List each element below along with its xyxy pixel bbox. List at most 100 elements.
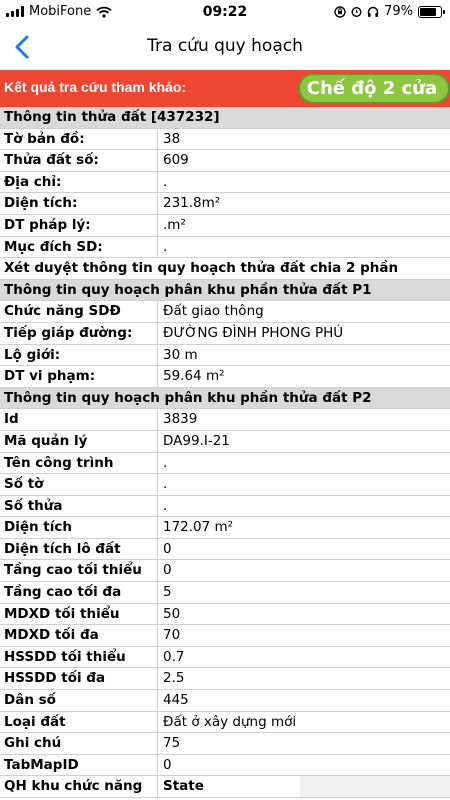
row-label: Tầng cao tối thiểu (0, 560, 158, 582)
row-value: 38 (163, 130, 181, 147)
row-value: 0.7 (163, 648, 185, 665)
table-row: DT pháp lý: .m² (0, 214, 450, 237)
table-row: Địa chỉ:. (0, 171, 450, 194)
table-row: TabMapID 0 (0, 754, 450, 777)
table-row: Tên công trình. (0, 452, 450, 475)
row-value: 445 (163, 692, 189, 709)
table-row: Diện tích lô đất 0 (0, 538, 450, 561)
row-value: Đất giao thông (163, 303, 264, 320)
section-header-p1: Thông tin quy hoạch phân khu phần thửa đ… (0, 279, 450, 302)
section-title: Thông tin thửa đất [437232] (4, 109, 220, 125)
result-bar: Kết quả tra cứu tham khảo: Chế độ 2 cửa (0, 70, 450, 107)
row-value: 2.5 (163, 670, 185, 687)
status-right: 79% (334, 4, 445, 19)
row-label: Tầng cao tối đa (0, 582, 158, 603)
row-label: DT vi phạm: (0, 366, 158, 387)
row-label: HSSDD tối đa (0, 668, 158, 690)
row-value: 609 (163, 152, 189, 169)
row-value: Đất ở xây dựng mới (163, 713, 297, 730)
section-title: Xét duyệt thông tin quy hoạch thửa đất c… (4, 260, 399, 277)
table-row: Diện tích 172.07 m² (0, 517, 450, 539)
table-row: Ghi chú 75 (0, 733, 450, 755)
row-filler (300, 776, 450, 797)
table-row: HSSDD tối đa 2.5 (0, 668, 450, 691)
section-title: Thông tin quy hoạch phân khu phần thửa đ… (4, 389, 372, 406)
row-value: 50 (163, 605, 181, 622)
table-row: Tầng cao tối đa 5 (0, 582, 450, 604)
table-row: Tiếp giáp đường: ĐƯỜNG ĐÌNH PHONG PHÚ (0, 322, 450, 345)
row-label: MDXD tối thiểu (0, 603, 158, 625)
table-row: Dân số 445 (0, 690, 450, 712)
row-label: Tờ bản đồ: (0, 128, 158, 150)
table-row: MDXD tối thiểu 50 (0, 603, 450, 626)
status-bar: MobiFone 09:22 79% (0, 0, 450, 26)
table-row: Chức năng SDĐ Đất giao thông (0, 301, 450, 323)
table-row: HSSDD tối thiểu 0.7 (0, 646, 450, 669)
row-value: 0 (163, 562, 172, 579)
section-title: Thông tin quy hoạch phân khu phần thửa đ… (4, 281, 372, 298)
row-value: 0 (163, 756, 172, 773)
table-row: Số thửa. (0, 495, 450, 518)
mode-toggle-button[interactable]: Chế độ 2 cửa (298, 73, 450, 104)
row-value: 3839 (163, 411, 198, 428)
row-label: Tiếp giáp đường: (0, 322, 158, 344)
table-row: Tờ bản đồ: 38 (0, 128, 450, 151)
row-label: HSSDD tối thiểu (0, 646, 158, 668)
page-title: Tra cứu quy hoạch (147, 36, 303, 56)
table-row: Loại đất Đất ở xây dựng mới (0, 711, 450, 734)
row-label: Dân số (0, 690, 158, 711)
row-value: 75 (163, 735, 181, 752)
row-value: DA99.I-21 (163, 432, 230, 449)
table-row: Lộ giới: 30 m (0, 344, 450, 367)
row-value: 172.07 m² (163, 519, 234, 536)
row-value: .m² (163, 216, 186, 233)
alarm-icon (351, 7, 362, 17)
p2-rows: Id 3839 Mã quản lý DA99.I-21 Tên công trình.… (0, 409, 450, 777)
table-row: Tầng cao tối thiểu 0 (0, 560, 450, 583)
row-value: ĐƯỜNG ĐÌNH PHONG PHÚ (163, 324, 344, 341)
row-label: Diện tích (0, 517, 158, 538)
battery-percent: 79% (384, 4, 413, 19)
row-value: 59.64 m² (163, 368, 225, 385)
p1-rows: Chức năng SDĐ Đất giao thông Tiếp giáp đườ… (0, 301, 450, 388)
row-label: Tên công trình (0, 452, 158, 474)
section-header-review: Xét duyệt thông tin quy hoạch thửa đất c… (0, 258, 450, 280)
section-header-parcel: Thông tin thửa đất [437232] (0, 107, 450, 129)
headphones-icon (367, 6, 379, 17)
battery-fill (420, 7, 436, 16)
battery-icon (418, 5, 445, 18)
row-value: 231.8m² (163, 195, 221, 212)
table-row: Thửa đất số: 609 (0, 150, 450, 172)
row-value: . (163, 476, 168, 493)
table-row: Diện tích: 231.8m² (0, 193, 450, 215)
parcel-rows: Tờ bản đồ: 38 Thửa đất số: 609 Địa chỉ:. Diện… (0, 128, 450, 259)
row-value: 0 (163, 540, 172, 557)
row-value: . (163, 173, 168, 190)
row-label: Diện tích lô đất (0, 538, 158, 560)
row-label: Diện tích: (0, 193, 158, 214)
table-row-last: QH khu chức năng State (0, 776, 450, 798)
row-label: Chức năng SDĐ (0, 301, 158, 322)
row-label: Số thửa (0, 495, 158, 517)
row-value: 5 (163, 584, 172, 601)
row-value: 70 (163, 627, 181, 644)
row-label: Ghi chú (0, 733, 158, 754)
row-label: Mục đích SD: (0, 236, 158, 258)
table-row: Mục đích SD:. (0, 236, 450, 259)
results-table: Thông tin thửa đất [437232] Tờ bản đồ: 38… (0, 107, 450, 798)
row-label: Thửa đất số: (0, 150, 158, 171)
row-value: 30 m (163, 346, 198, 363)
row-value: . (163, 238, 168, 255)
row-label: Lộ giới: (0, 344, 158, 366)
table-row: Id 3839 (0, 409, 450, 431)
lock-rotation-icon (334, 5, 346, 18)
table-row: DT vi phạm: 59.64 m² (0, 366, 450, 388)
row-label: DT pháp lý: (0, 214, 158, 236)
row-label: Mã quản lý (0, 430, 158, 452)
result-label: Kết quả tra cứu tham khảo: (4, 79, 187, 95)
row-label: TabMapID (0, 754, 158, 776)
section-header-p2: Thông tin quy hoạch phân khu phần thửa đ… (0, 387, 450, 410)
row-label: QH khu chức năng (0, 776, 158, 797)
row-label: Địa chỉ: (0, 171, 158, 193)
table-row: Số tờ. (0, 474, 450, 496)
